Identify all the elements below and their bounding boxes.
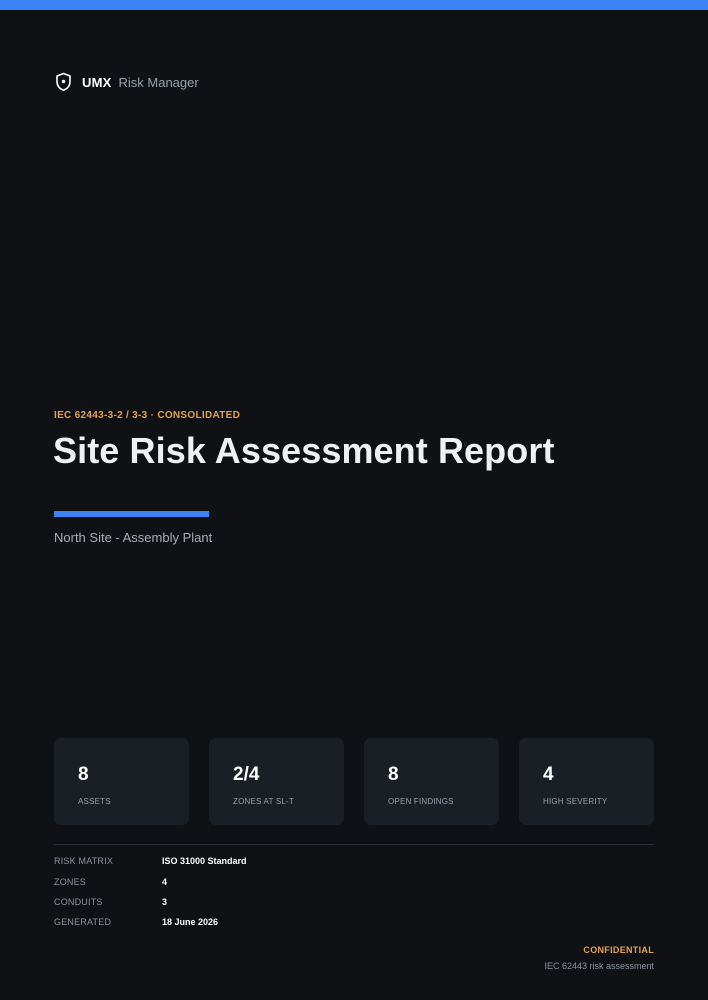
- stat-label: OPEN FINDINGS: [388, 797, 454, 806]
- brand-header: UMX Risk Manager: [55, 72, 199, 92]
- stats-row: 8 ASSETS 2/4 ZONES AT SL-T 8 OPEN FINDIN…: [54, 738, 654, 825]
- report-title: Site Risk Assessment Report: [53, 430, 555, 471]
- meta-value: 4: [162, 877, 168, 887]
- meta-value: 3: [162, 897, 168, 907]
- stat-card-assets: 8 ASSETS: [54, 738, 189, 825]
- confidential-label: CONFIDENTIAL: [583, 945, 654, 955]
- meta-divider: [54, 844, 654, 845]
- stat-label: ASSETS: [78, 797, 111, 806]
- stat-value: 4: [543, 764, 554, 785]
- meta-row-risk-matrix: RISK MATRIX ISO 31000 Standard: [54, 856, 454, 870]
- stat-value: 8: [78, 764, 89, 785]
- footer-note: IEC 62443 risk assessment: [544, 961, 654, 971]
- shield-icon: [55, 72, 72, 92]
- stat-card-high-severity: 4 HIGH SEVERITY: [519, 738, 654, 825]
- stat-label: HIGH SEVERITY: [543, 797, 608, 806]
- meta-value: ISO 31000 Standard: [162, 856, 247, 866]
- stat-label: ZONES AT SL-T: [233, 797, 294, 806]
- meta-key: RISK MATRIX: [54, 856, 114, 866]
- stat-value: 2/4: [233, 764, 260, 785]
- meta-row-zones: ZONES 4: [54, 877, 454, 891]
- meta-key: ZONES: [54, 877, 87, 887]
- title-accent-rule: [54, 511, 209, 517]
- meta-row-generated: GENERATED 18 June 2026: [54, 917, 454, 931]
- stat-card-open-findings: 8 OPEN FINDINGS: [364, 738, 499, 825]
- stat-card-zones: 2/4 ZONES AT SL-T: [209, 738, 344, 825]
- meta-key: GENERATED: [54, 917, 112, 927]
- meta-row-conduits: CONDUITS 3: [54, 897, 454, 911]
- site-subtitle: North Site - Assembly Plant: [54, 530, 213, 545]
- standard-eyebrow: IEC 62443-3-2 / 3-3 · CONSOLIDATED: [54, 410, 241, 421]
- stat-value: 8: [388, 764, 399, 785]
- top-accent-bar: [0, 0, 708, 10]
- meta-value: 18 June 2026: [162, 917, 219, 927]
- meta-key: CONDUITS: [54, 897, 103, 907]
- product-name: Risk Manager: [118, 74, 199, 90]
- brand-name: UMX: [82, 74, 112, 90]
